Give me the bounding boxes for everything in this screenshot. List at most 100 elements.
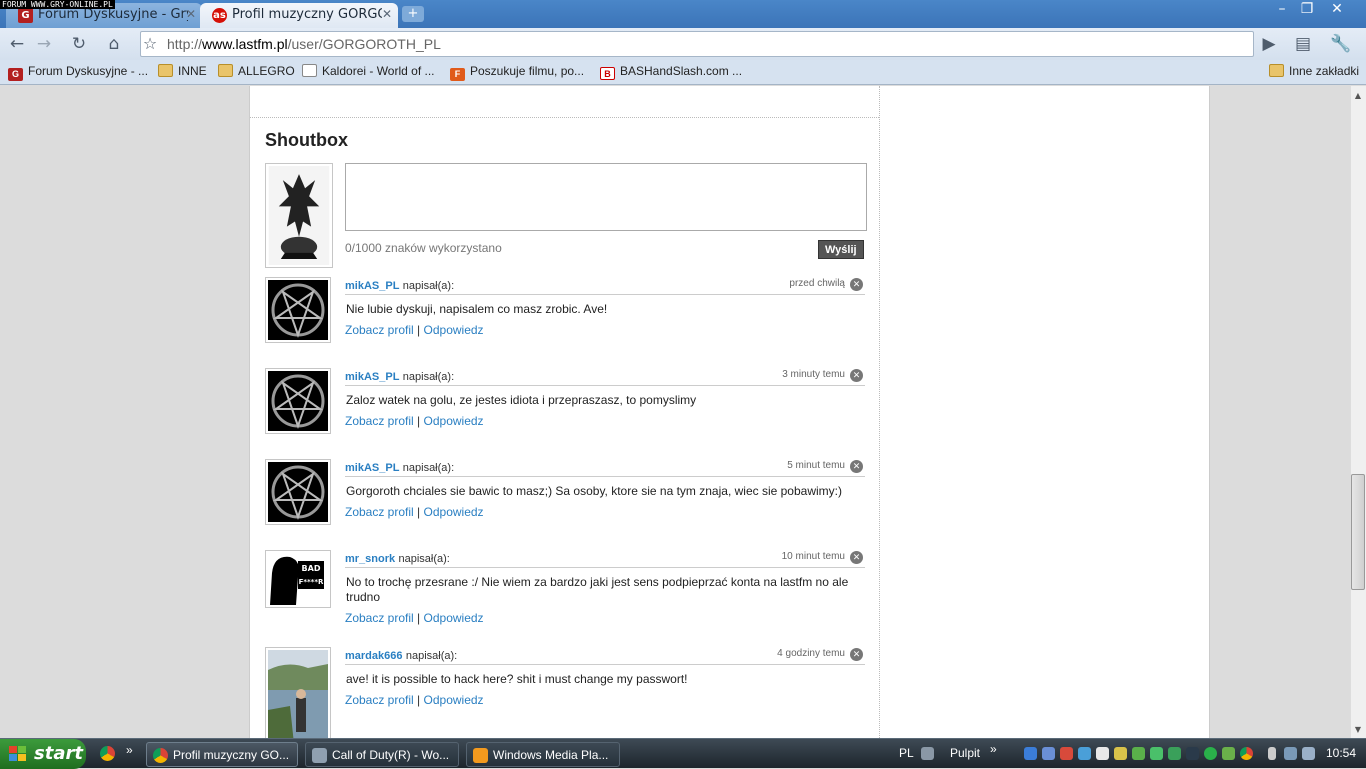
address-bar[interactable]: ☆ http://www.lastfm.pl/user/GORGOROTH_PL — [140, 31, 1254, 57]
taskbar: start » Profil muzyczny GO... Call of Du… — [0, 738, 1366, 769]
username-link[interactable]: mr_snork — [345, 553, 395, 565]
home-button[interactable]: ⌂ — [103, 33, 125, 55]
volume-icon[interactable] — [1302, 747, 1315, 760]
tray-app-icon[interactable] — [1078, 747, 1091, 760]
back-button[interactable]: ← — [6, 33, 28, 55]
other-bookmarks[interactable]: Inne zakładki — [1269, 64, 1359, 78]
tray-app-icon[interactable] — [1168, 747, 1181, 760]
watermark: FORUM WWW.GRY-ONLINE.PL — [0, 0, 115, 9]
bookmark-kaldorei[interactable]: Kaldorei - World of ... — [302, 64, 435, 78]
tab-lastfm-profile[interactable]: as Profil muzyczny GORGO... ✕ — [200, 3, 398, 28]
tray-app-icon[interactable] — [1204, 747, 1217, 760]
tray-app-icon[interactable] — [1042, 747, 1055, 760]
view-profile-link[interactable]: Zobacz profil — [345, 611, 414, 625]
task-label: Profil muzyczny GO... — [173, 748, 290, 762]
view-profile-link[interactable]: Zobacz profil — [345, 414, 414, 428]
forward-button[interactable]: → — [33, 33, 55, 55]
media-player-icon — [473, 748, 488, 763]
battery-icon[interactable] — [1268, 747, 1276, 760]
new-tab-button[interactable]: + — [402, 6, 424, 22]
quicklaunch-more-icon[interactable]: » — [126, 743, 133, 757]
tray-app-icon[interactable] — [1132, 747, 1145, 760]
tray-app-icon[interactable] — [1096, 747, 1109, 760]
reply-link[interactable]: Odpowiedz — [424, 323, 484, 337]
reload-button[interactable]: ↻ — [68, 33, 90, 55]
username-link[interactable]: mardak666 — [345, 650, 403, 662]
desktop-toolbar[interactable]: Pulpit — [950, 746, 980, 760]
go-arrow-icon[interactable]: ▶ — [1258, 33, 1280, 55]
delete-icon[interactable]: ✕ — [850, 648, 863, 661]
separator: | — [417, 693, 421, 707]
task-chrome[interactable]: Profil muzyczny GO... — [146, 742, 298, 767]
reply-link[interactable]: Odpowiedz — [424, 611, 484, 625]
task-label: Call of Duty(R) - Wo... — [332, 748, 450, 762]
reply-link[interactable]: Odpowiedz — [424, 693, 484, 707]
close-window-button[interactable]: ✕ — [1325, 1, 1349, 17]
user-avatar[interactable] — [265, 459, 331, 525]
content-area: Shoutbox 0/1000 znaków wykorzystano Wyśl… — [249, 86, 1210, 738]
task-call-of-duty[interactable]: Call of Duty(R) - Wo... — [305, 742, 459, 767]
delete-icon[interactable]: ✕ — [850, 369, 863, 382]
tray-app-icon[interactable] — [1240, 747, 1253, 760]
bookmark-bashandslash[interactable]: B BASHandSlash.com ... — [600, 64, 742, 80]
bookmark-poszukuje[interactable]: F Poszukuje filmu, po... — [450, 64, 584, 81]
tray-app-icon[interactable] — [1186, 747, 1199, 760]
user-avatar[interactable] — [265, 647, 331, 738]
tab-label: Forum Dyskusyjne - Gry-... — [38, 7, 188, 22]
minimize-button[interactable]: – — [1270, 1, 1294, 17]
tray-app-icon[interactable] — [1024, 747, 1037, 760]
chrome-quicklaunch-icon[interactable] — [100, 746, 115, 761]
bookmark-inne[interactable]: INNE — [158, 64, 207, 78]
page-menu-icon[interactable]: ▤ — [1292, 33, 1314, 55]
entry-message: ave! it is possible to hack here? shit i… — [346, 672, 688, 686]
own-avatar[interactable] — [265, 163, 333, 268]
keyboard-icon[interactable] — [921, 747, 934, 760]
wrench-icon[interactable]: 🔧 — [1330, 33, 1352, 55]
view-profile-link[interactable]: Zobacz profil — [345, 693, 414, 707]
username-link[interactable]: mikAS_PL — [345, 462, 399, 474]
user-avatar[interactable] — [265, 277, 331, 343]
scroll-up-icon[interactable]: ▲ — [1352, 90, 1364, 102]
username-link[interactable]: mikAS_PL — [345, 371, 399, 383]
scroll-thumb[interactable] — [1351, 474, 1365, 590]
scroll-down-icon[interactable]: ▼ — [1352, 724, 1364, 736]
view-profile-link[interactable]: Zobacz profil — [345, 505, 414, 519]
start-label: start — [34, 743, 83, 764]
close-icon[interactable]: ✕ — [186, 7, 196, 21]
photo-image — [268, 650, 328, 738]
network-icon[interactable] — [1284, 747, 1297, 760]
tray-app-icon[interactable] — [1150, 747, 1163, 760]
delete-icon[interactable]: ✕ — [850, 278, 863, 291]
shout-textarea[interactable] — [345, 163, 867, 231]
reply-link[interactable]: Odpowiedz — [424, 414, 484, 428]
entry-links: Zobacz profil | Odpowiedz — [345, 505, 484, 519]
pentagram-image — [268, 280, 328, 340]
delete-icon[interactable]: ✕ — [850, 460, 863, 473]
vertical-scrollbar[interactable] — [1350, 86, 1366, 738]
user-avatar[interactable]: BAD F****R — [265, 550, 331, 608]
svg-text:F****R: F****R — [299, 578, 324, 586]
entry-message: Nie lubie dyskuji, napisalem co masz zro… — [346, 302, 608, 316]
baphomet-image — [268, 166, 330, 265]
close-icon[interactable]: ✕ — [382, 7, 392, 21]
entry-message: Gorgoroth chciales sie bawic to masz;) S… — [346, 484, 842, 498]
clock[interactable]: 10:54 — [1326, 746, 1356, 760]
f-icon: F — [450, 68, 465, 81]
restore-button[interactable]: ❐ — [1295, 1, 1319, 17]
tray-app-icon[interactable] — [1222, 747, 1235, 760]
task-media-player[interactable]: Windows Media Pla... — [466, 742, 620, 767]
start-button[interactable]: start — [0, 739, 86, 769]
username-link[interactable]: mikAS_PL — [345, 280, 399, 292]
language-indicator[interactable]: PL — [899, 746, 914, 760]
delete-icon[interactable]: ✕ — [850, 551, 863, 564]
user-avatar[interactable] — [265, 368, 331, 434]
view-profile-link[interactable]: Zobacz profil — [345, 323, 414, 337]
reply-link[interactable]: Odpowiedz — [424, 505, 484, 519]
bookmark-allegro[interactable]: ALLEGRO — [218, 64, 295, 78]
send-button[interactable]: Wyślij — [818, 240, 864, 259]
tray-app-icon[interactable] — [1114, 747, 1127, 760]
toolbar-more-icon[interactable]: » — [990, 742, 997, 756]
tray-app-icon[interactable] — [1060, 747, 1073, 760]
star-icon[interactable]: ☆ — [139, 33, 161, 55]
bookmark-forum[interactable]: G Forum Dyskusyjne - ... — [8, 64, 148, 81]
